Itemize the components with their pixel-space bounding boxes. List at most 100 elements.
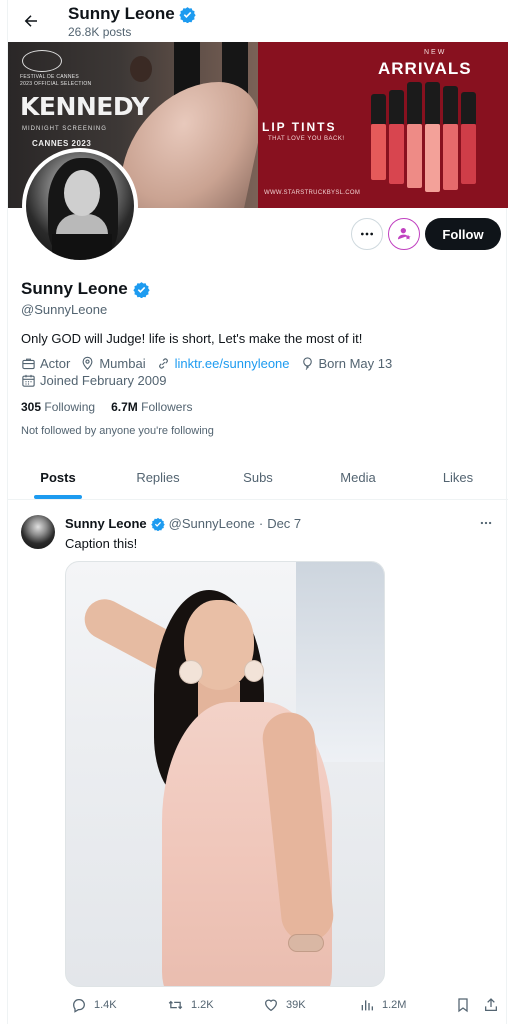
tweet-avatar[interactable] xyxy=(21,515,55,549)
location-icon xyxy=(80,356,95,371)
reply-icon xyxy=(71,997,87,1013)
joined-text: Joined February 2009 xyxy=(40,373,167,388)
views-count: 1.2M xyxy=(382,999,407,1011)
ad-product: LIP TINTS xyxy=(262,120,337,134)
header-title: Sunny Leone xyxy=(68,4,196,24)
tube-cap xyxy=(389,90,404,124)
occupation-text: Actor xyxy=(40,356,71,371)
like-button[interactable]: 39K xyxy=(263,994,306,1016)
back-button[interactable] xyxy=(18,8,44,34)
tab-replies[interactable]: Replies xyxy=(108,456,208,499)
profile-handle: @SunnyLeone xyxy=(21,302,108,317)
ad-tagline: THAT LOVE YOU BACK! xyxy=(268,136,345,142)
meta-joined: Joined February 2009 xyxy=(21,373,166,388)
location-text: Mumbai xyxy=(99,356,146,371)
tab-likes[interactable]: Likes xyxy=(408,456,508,499)
lip-tint-tube xyxy=(443,124,458,190)
header-title-text: Sunny Leone xyxy=(68,4,175,23)
festival-subtext: 2023 OFFICIAL SELECTION xyxy=(20,81,92,87)
bookmark-button[interactable] xyxy=(455,994,471,1016)
profile-avatar[interactable] xyxy=(22,148,138,264)
film-title: KENNEDY xyxy=(20,92,149,121)
like-count: 39K xyxy=(286,999,306,1011)
posts-count: 26.8K posts xyxy=(68,25,132,39)
follow-stats: 305 Following 6.7M Followers xyxy=(21,400,192,414)
followers-label: Followers xyxy=(141,400,193,414)
retweet-count: 1.2K xyxy=(191,999,214,1011)
briefcase-icon xyxy=(21,356,36,371)
more-icon xyxy=(479,516,493,530)
lip-tint-tube xyxy=(407,124,422,188)
retweet-icon xyxy=(167,997,184,1013)
meta-link[interactable]: linktr.ee/sunnyleone xyxy=(156,356,290,371)
ad-kicker: NEW xyxy=(424,49,447,56)
tube-cap xyxy=(461,92,476,124)
subscribe-button[interactable] xyxy=(388,218,420,250)
ad-headline: ARRIVALS xyxy=(378,59,472,78)
lip-tint-tube xyxy=(425,124,440,192)
meta-birthday: Born May 13 xyxy=(300,356,392,371)
meta-occupation: Actor xyxy=(21,356,70,371)
profile-meta-row: Actor Mumbai linktr.ee/sunnyleone Born M… xyxy=(21,356,402,371)
more-icon xyxy=(359,226,375,242)
back-arrow-icon xyxy=(22,12,40,30)
tab-subs[interactable]: Subs xyxy=(208,456,308,499)
tweet-separator: · xyxy=(258,516,264,531)
views-icon xyxy=(359,997,375,1013)
tube-cap xyxy=(425,82,440,124)
banner-ad-panel: NEW ARRIVALS LIP TINTS THAT LOVE YOU BAC… xyxy=(258,42,508,208)
verified-icon xyxy=(179,6,196,23)
link-icon xyxy=(156,356,171,371)
balloon-icon xyxy=(300,356,315,371)
photo-bracelet xyxy=(288,934,324,952)
share-icon xyxy=(483,997,499,1013)
tweet-photo[interactable] xyxy=(65,561,385,987)
calendar-icon xyxy=(21,373,36,388)
bookmark-icon xyxy=(455,997,471,1013)
reply-count: 1.4K xyxy=(94,999,117,1011)
profile-name: Sunny Leone xyxy=(21,279,150,299)
profile-tabs: Posts Replies Subs Media Likes xyxy=(8,456,508,500)
film-subtitle: MIDNIGHT SCREENING xyxy=(22,126,107,132)
views-button[interactable]: 1.2M xyxy=(359,994,406,1016)
meta-location: Mumbai xyxy=(80,356,146,371)
tab-media[interactable]: Media xyxy=(308,456,408,499)
follow-button[interactable]: Follow xyxy=(425,218,501,250)
tweet-header: Sunny Leone @SunnyLeone · Dec 7 xyxy=(65,516,301,531)
profile-joined-row: Joined February 2009 xyxy=(21,373,176,388)
more-options-button[interactable] xyxy=(351,218,383,250)
cannes-logo xyxy=(22,50,62,72)
profile-link[interactable]: linktr.ee/sunnyleone xyxy=(175,356,290,371)
ad-website: WWW.STARSTRUCKBYSL.COM xyxy=(264,190,361,196)
tab-posts[interactable]: Posts xyxy=(8,456,108,499)
following-link[interactable]: 305 Following xyxy=(21,400,95,414)
tweet-more-button[interactable] xyxy=(476,514,496,532)
following-label: Following xyxy=(44,400,96,414)
avatar-outfit xyxy=(52,234,112,260)
profile-bio: Only GOD will Judge! life is short, Let'… xyxy=(21,331,363,346)
retweet-button[interactable]: 1.2K xyxy=(167,994,214,1016)
avatar-face xyxy=(64,170,100,216)
followers-link[interactable]: 6.7M Followers xyxy=(111,400,192,414)
tube-cap xyxy=(443,86,458,124)
not-followed-note: Not followed by anyone you're following xyxy=(21,425,214,437)
verified-icon xyxy=(150,517,165,531)
profile-page: Sunny Leone 26.8K posts FESTIVAL DE CANN… xyxy=(7,0,508,1024)
profile-name-text: Sunny Leone xyxy=(21,279,128,298)
lip-tint-tube xyxy=(461,124,476,184)
verified-icon[interactable] xyxy=(133,281,150,298)
festival-name: FESTIVAL DE CANNES xyxy=(20,74,80,80)
reply-button[interactable]: 1.4K xyxy=(71,994,117,1016)
festival-text: FESTIVAL DE CANNES 2023 OFFICIAL SELECTI… xyxy=(20,74,91,88)
tube-cap xyxy=(371,94,386,124)
lip-tint-tube xyxy=(371,124,386,180)
film-edition: CANNES 2023 xyxy=(32,139,92,148)
tweet-author[interactable]: Sunny Leone xyxy=(65,516,147,531)
tweet-handle[interactable]: @SunnyLeone xyxy=(169,516,255,531)
top-bar: Sunny Leone 26.8K posts xyxy=(8,0,508,42)
tweet-text: Caption this! xyxy=(65,536,138,551)
tweet-date[interactable]: Dec 7 xyxy=(267,516,301,531)
share-button[interactable] xyxy=(483,994,499,1016)
photo-earring xyxy=(244,660,264,682)
followers-count: 6.7M xyxy=(111,400,138,414)
